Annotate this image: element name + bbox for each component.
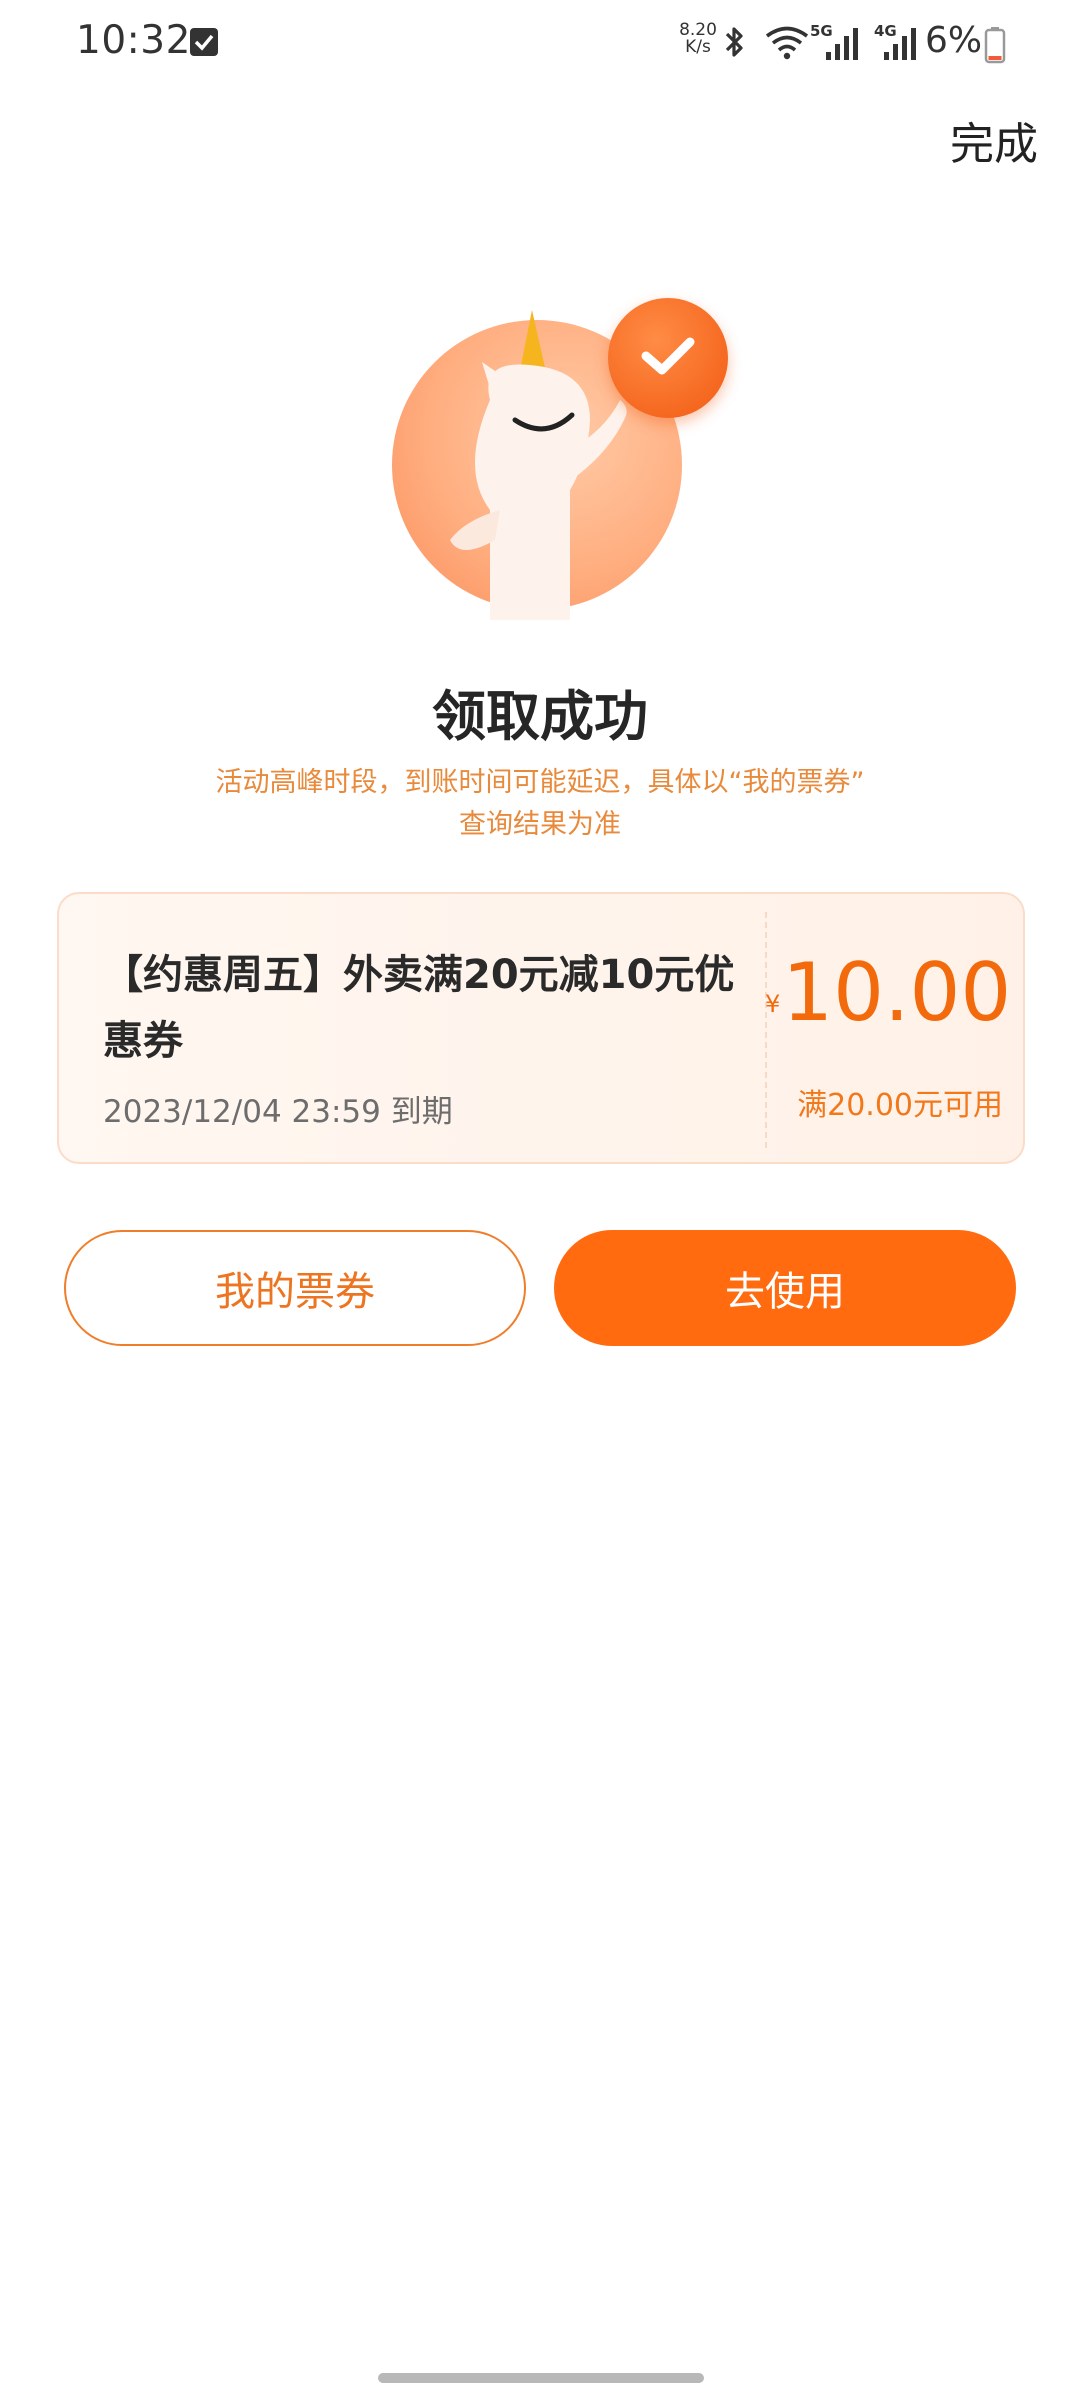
signal-icon: [826, 28, 858, 60]
success-illustration: [380, 260, 740, 620]
battery-percentage: 6%: [925, 20, 983, 61]
done-button[interactable]: 完成: [950, 108, 1038, 172]
coupon-title: 【约惠周五】外卖满20元减10元优惠券: [103, 952, 735, 1064]
home-indicator[interactable]: [378, 2373, 704, 2383]
wifi-icon: [765, 26, 809, 60]
coupon-card[interactable]: 【约惠周五】外卖满20元减10元优惠券 2023/12/04 23:59 到期 …: [57, 892, 1025, 1164]
coupon-threshold: 满20.00元可用: [797, 1088, 1003, 1123]
success-title: 领取成功: [432, 685, 648, 748]
checkbox-icon: [190, 28, 218, 56]
network-speed: 8.20 K/s: [674, 22, 722, 56]
coupon-amount-value: 10.00: [782, 946, 1012, 1039]
success-check-badge: [608, 298, 728, 418]
bluetooth-icon: [725, 27, 743, 57]
status-bar: 10:32 8.20 K/s 5G 4G 6%: [0, 0, 1080, 86]
mascot-illustration: [450, 310, 627, 620]
network-speed-unit: K/s: [685, 37, 711, 57]
status-time: 10:32: [76, 18, 191, 63]
coupon-expiry: 2023/12/04 23:59 到期: [103, 1094, 453, 1130]
notice-line-1: 活动高峰时段，到账时间可能延迟，具体以“我的票券”: [215, 767, 865, 798]
my-tickets-button[interactable]: 我的票券: [64, 1230, 526, 1346]
battery-icon: [984, 27, 1006, 64]
use-now-button[interactable]: 去使用: [554, 1230, 1016, 1346]
coupon-amount: ¥10.00: [765, 948, 1011, 1038]
check-icon: [641, 337, 695, 375]
notice-line-2: 查询结果为准: [459, 809, 621, 840]
notice-text: 活动高峰时段，到账时间可能延迟，具体以“我的票券” 查询结果为准: [150, 762, 930, 846]
signal-icon: [884, 28, 916, 60]
coupon-claim-success-page: 10:32 8.20 K/s 5G 4G 6% 完成 领取成功 活动高峰时段，到…: [0, 0, 1080, 2400]
currency-symbol: ¥: [765, 990, 781, 1018]
